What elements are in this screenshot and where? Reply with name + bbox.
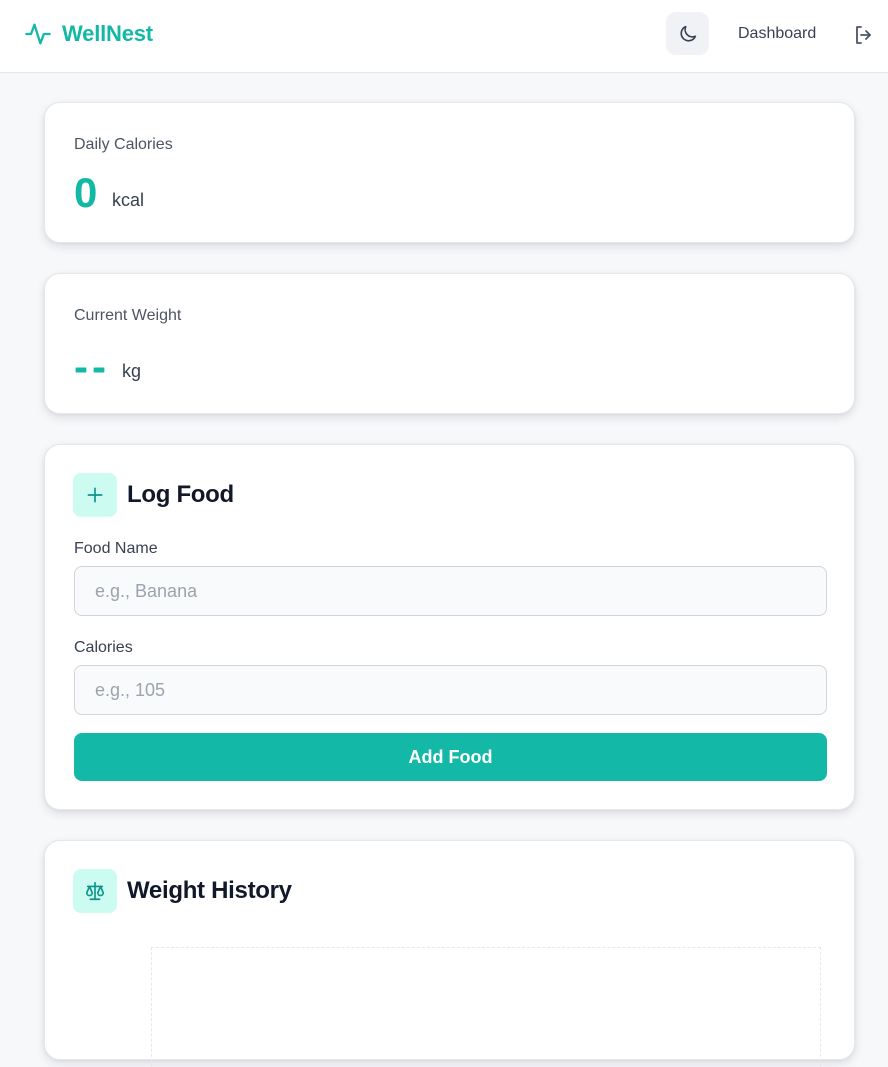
- weight-value: --: [74, 343, 110, 390]
- food-name-input[interactable]: [74, 566, 827, 616]
- food-name-label: Food Name: [74, 540, 158, 557]
- top-navbar: WellNest Dashboard: [0, 0, 888, 73]
- theme-toggle-button[interactable]: [666, 12, 709, 55]
- weight-label: Current Weight: [74, 307, 182, 324]
- weight-history-title: Weight History: [127, 877, 292, 904]
- scale-icon: [85, 881, 105, 901]
- calories-value: 0: [74, 169, 98, 216]
- pulse-icon: [25, 23, 51, 45]
- log-food-header: Log Food: [73, 473, 234, 517]
- calories-input[interactable]: [74, 665, 827, 715]
- weight-history-card: Weight History: [44, 840, 855, 1067]
- log-food-card: Log Food Food Name Calories Add Food: [44, 444, 855, 810]
- brand-name: WellNest: [62, 21, 153, 46]
- logout-icon[interactable]: [852, 23, 876, 47]
- nav-dashboard-link[interactable]: Dashboard: [738, 25, 816, 43]
- weight-history-chart-area: [151, 947, 821, 1067]
- weight-history-header: Weight History: [73, 869, 292, 913]
- plus-icon: [87, 487, 103, 503]
- daily-calories-card: Daily Calories 0 kcal: [44, 102, 855, 243]
- scale-icon-tile: [73, 869, 117, 913]
- add-food-button[interactable]: Add Food: [74, 733, 827, 781]
- log-food-title: Log Food: [127, 481, 234, 508]
- moon-icon: [679, 25, 696, 42]
- plus-icon-tile: [73, 473, 117, 517]
- weight-unit: kg: [122, 361, 142, 381]
- calories-label: Daily Calories: [74, 136, 173, 153]
- brand[interactable]: WellNest: [24, 19, 153, 49]
- calories-unit: kcal: [112, 190, 145, 210]
- current-weight-card: Current Weight -- kg: [44, 273, 855, 414]
- calories-field-label: Calories: [74, 639, 133, 656]
